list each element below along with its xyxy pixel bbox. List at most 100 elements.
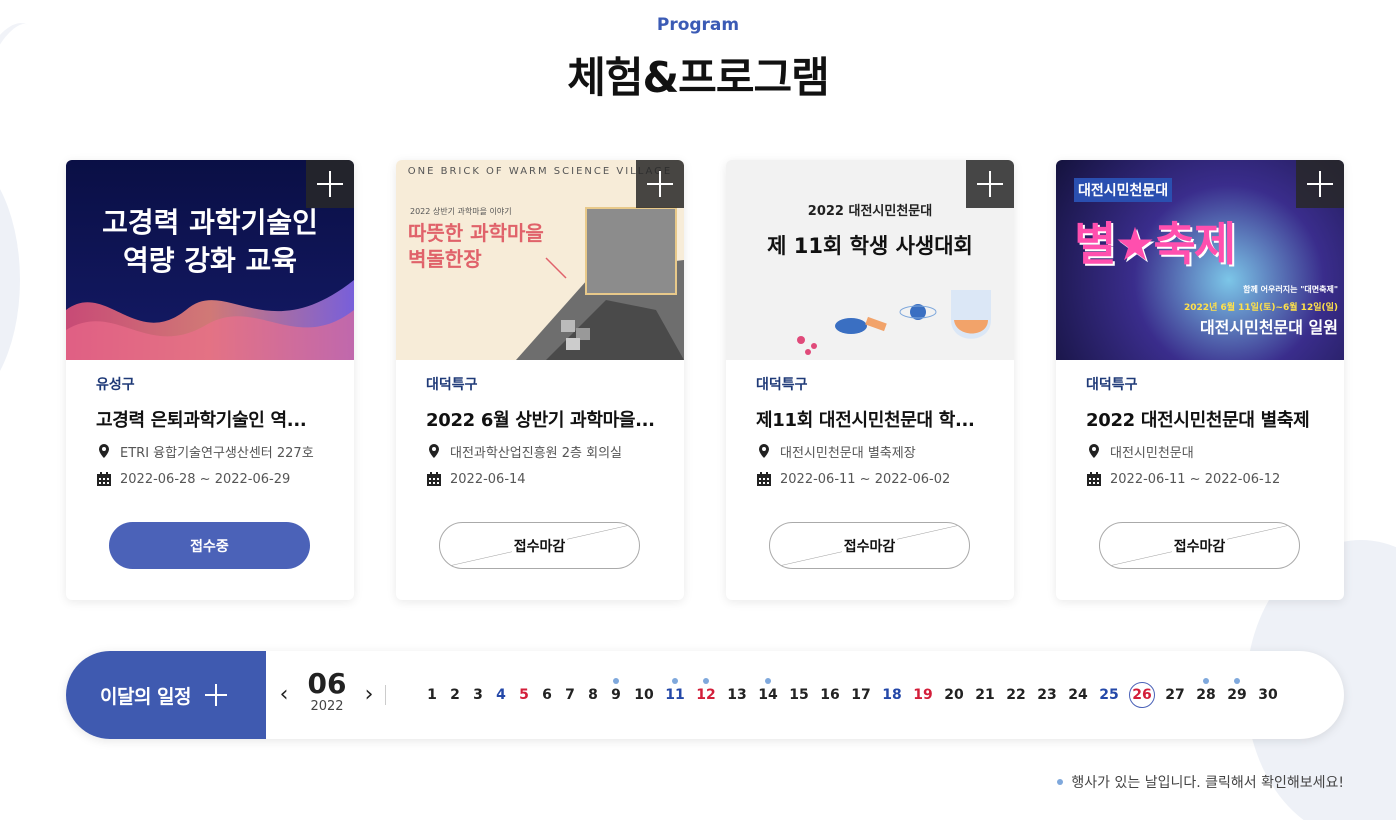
program-card-list: 고경력 과학기술인 역량 강화 교육 유성구 고경력 은퇴과학기술인 역... … [66,160,1346,600]
chevron-left-icon[interactable]: ‹ [274,681,294,709]
calendar-day[interactable]: 21 [974,681,996,709]
status-label: 접수마감 [511,535,568,556]
calendar-day[interactable]: 6 [541,681,553,709]
calendar-icon [427,472,441,486]
monthly-schedule-label: 이달의 일정 [100,685,192,708]
calendar-day[interactable]: 20 [943,681,965,709]
year-number: 2022 [310,699,344,714]
program-thumbnail[interactable]: 고경력 과학기술인 역량 강화 교육 [66,160,354,360]
card-location: 대전시민천문대 별축제장 [756,442,984,461]
calendar-day[interactable]: 14 [757,678,779,709]
calendar-day[interactable]: 12 [695,678,717,709]
calendar-day[interactable]: 30 [1257,681,1279,709]
card-date: 2022-06-14 [426,470,654,488]
card-location: 대전시민천문대 [1086,442,1314,461]
calendar-day[interactable]: 29 [1226,678,1248,709]
calendar-day[interactable]: 5 [518,681,530,709]
background-decoration [0,150,20,410]
card-title[interactable]: 2022 6월 상반기 과학마을... [426,406,654,430]
location-pin-icon [429,444,439,458]
calendar-day[interactable]: 11 [664,678,686,709]
thumbnail-caption: 대전시민천문대 [1074,178,1173,202]
calendar-day[interactable]: 1 [426,681,438,709]
event-dot-icon [703,678,709,684]
location-text: 대전시민천문대 별축제장 [780,445,916,461]
month-number: 06 [307,667,347,700]
program-card[interactable]: 고경력 과학기술인 역량 강화 교육 유성구 고경력 은퇴과학기술인 역... … [66,160,354,600]
program-thumbnail[interactable]: ONE BRICK OF WARM SCIENCE VILLAGE 2022 상… [396,160,684,360]
card-location: ETRI 융합기술연구생산센터 227호 [96,442,324,461]
status-label: 접수마감 [1171,535,1228,556]
calendar-day[interactable]: 19 [912,681,934,709]
monthly-schedule-button[interactable]: 이달의 일정 [66,651,266,739]
location-text: ETRI 융합기술연구생산센터 227호 [120,445,314,461]
calendar-day[interactable]: 13 [726,681,748,709]
plus-icon [205,684,228,706]
card-location: 대전과학산업진흥원 2층 회의실 [426,442,654,461]
thumbnail-headline: 별★축제 [1074,217,1236,271]
calendar-day[interactable]: 2 [449,681,461,709]
date-text: 2022-06-11 ~ 2022-06-12 [1110,471,1281,487]
status-button[interactable]: 접수마감 [1099,522,1300,569]
calendar-day[interactable]: 15 [788,681,810,709]
thumbnail-caption: 대전시민천문대 일원 [1199,318,1338,337]
calendar-day[interactable]: 17 [850,681,872,709]
card-date: 2022-06-11 ~ 2022-06-02 [756,470,984,488]
card-date: 2022-06-11 ~ 2022-06-12 [1086,470,1314,488]
card-region: 대덕특구 [1086,377,1138,393]
status-button[interactable]: 접수마감 [769,522,970,569]
calendar-icon [97,472,111,486]
chevron-right-icon[interactable]: › [359,681,379,709]
program-card[interactable]: 2022 대전시민천문대 제 11회 학생 사생대회 대덕특구 제11회 대전시… [726,160,1014,600]
calendar-day[interactable]: 25 [1098,681,1120,709]
plus-icon[interactable] [306,160,354,208]
calendar-day[interactable]: 27 [1164,681,1186,709]
program-card[interactable]: ONE BRICK OF WARM SCIENCE VILLAGE 2022 상… [396,160,684,600]
status-button[interactable]: 접수중 [109,522,310,569]
plus-icon[interactable] [966,160,1014,208]
date-text: 2022-06-11 ~ 2022-06-02 [780,471,951,487]
calendar-day[interactable]: 7 [564,681,576,709]
program-section: Program 체험&프로그램 고경력 과학기술인 역량 강화 교육 유성구 고… [0,0,1396,820]
status-button[interactable]: 접수마감 [439,522,640,569]
location-text: 대전시민천문대 [1110,445,1194,461]
thumbnail-headline: 고경력 과학기술인 [102,206,318,239]
date-text: 2022-06-14 [450,471,526,487]
card-title[interactable]: 제11회 대전시민천문대 학... [756,406,984,430]
event-dot-icon [765,678,771,684]
calendar-day[interactable]: 22 [1005,681,1027,709]
card-region: 유성구 [96,377,135,393]
calendar-day[interactable]: 23 [1036,681,1058,709]
date-text: 2022-06-28 ~ 2022-06-29 [120,471,291,487]
calendar-day[interactable]: 3 [472,681,484,709]
card-title[interactable]: 2022 대전시민천문대 별축제 [1086,406,1314,430]
event-dot-icon [613,678,619,684]
status-label: 접수마감 [841,535,898,556]
thumbnail-headline: 역량 강화 교육 [122,244,298,277]
plus-icon[interactable] [1296,160,1344,208]
calendar-day[interactable]: 16 [819,681,841,709]
calendar-day[interactable]: 10 [633,681,655,709]
calendar-day[interactable]: 28 [1195,678,1217,709]
event-dot-icon [1234,678,1240,684]
calendar-day[interactable]: 9 [610,678,622,709]
card-region: 대덕특구 [426,377,478,393]
program-thumbnail[interactable]: 대전시민천문대 별★축제 함께 어우러지는 "대면축제" 2022년 6월 11… [1056,160,1344,360]
card-title[interactable]: 고경력 은퇴과학기술인 역... [96,406,324,430]
event-dot-icon [672,678,678,684]
divider [385,685,386,705]
calendar-day[interactable]: 4 [495,681,507,709]
monthly-calendar-bar: 이달의 일정 ‹ 06 2022 › 1 2 3 4 5 6 7 8 9 10 11 12 13 14 15… [66,651,1344,739]
program-card[interactable]: 대전시민천문대 별★축제 함께 어우러지는 "대면축제" 2022년 6월 11… [1056,160,1344,600]
section-title: 체험&프로그램 [567,53,829,102]
location-pin-icon [99,444,109,458]
calendar-day[interactable]: 26 [1129,682,1155,708]
location-pin-icon [759,444,769,458]
calendar-day[interactable]: 8 [587,681,599,709]
location-pin-icon [1089,444,1099,458]
calendar-day[interactable]: 24 [1067,681,1089,709]
program-thumbnail[interactable]: 2022 대전시민천문대 제 11회 학생 사생대회 [726,160,1014,360]
thumbnail-caption: 2022년 6월 11일(토)~6월 12일(일) [1184,303,1338,313]
calendar-day[interactable]: 18 [881,681,903,709]
plus-icon[interactable] [636,160,684,208]
